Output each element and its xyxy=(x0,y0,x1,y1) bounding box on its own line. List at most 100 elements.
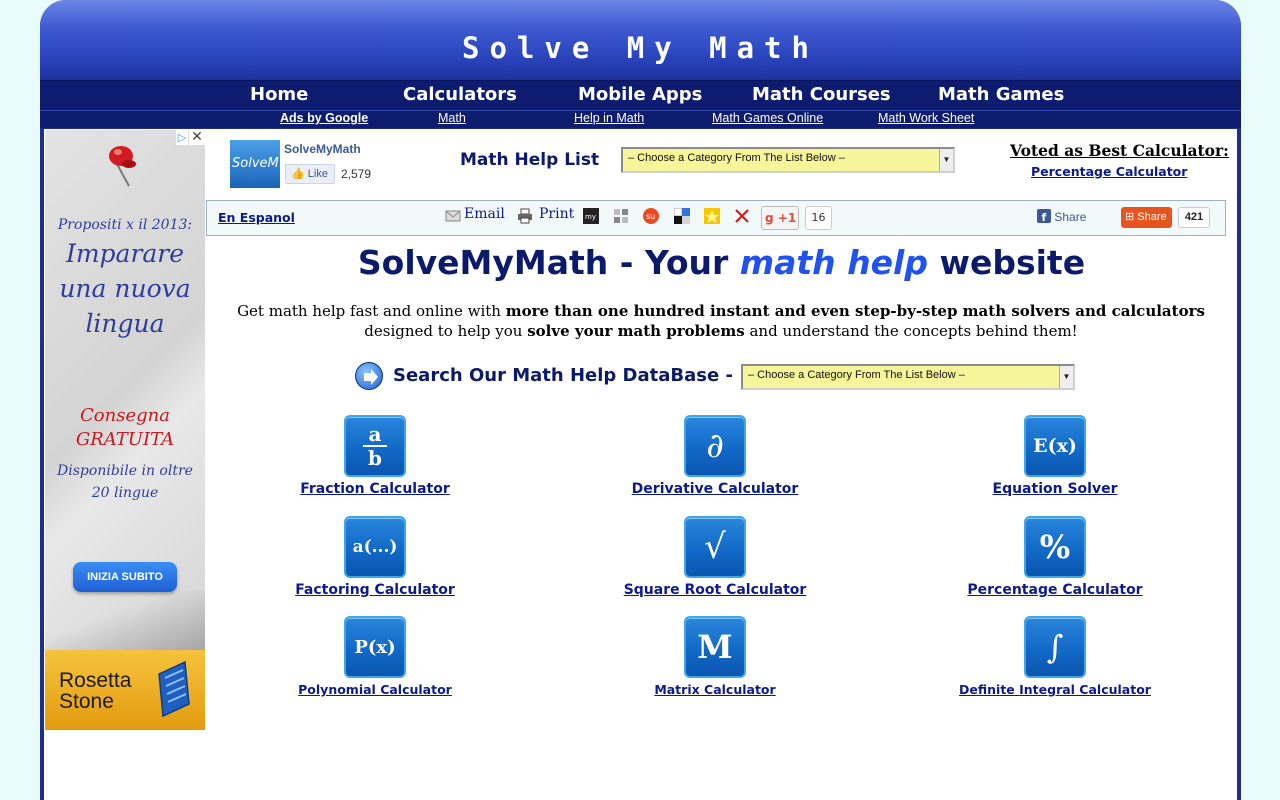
espanol-link[interactable]: En Espanol xyxy=(218,210,295,225)
email-link[interactable]: Email xyxy=(464,206,505,222)
intro-bold: solve your math problems xyxy=(527,322,745,340)
svg-text:f: f xyxy=(1042,211,1047,223)
fb-like-count: 2,579 xyxy=(341,167,372,181)
rosetta-stone-logo-icon xyxy=(158,660,190,718)
star-favorite-icon[interactable] xyxy=(704,208,720,224)
sub-link-math[interactable]: Math xyxy=(438,111,466,125)
math-help-list-label: Math Help List xyxy=(460,150,600,170)
square-root-calculator-link[interactable]: Square Root Calculator xyxy=(585,582,845,598)
fb-page-name[interactable]: SolveMyMath xyxy=(284,142,361,156)
intro-text: and understand the concepts behind them! xyxy=(744,322,1078,340)
nav-home[interactable]: Home xyxy=(250,84,308,105)
headline-part: SolveMyMath - Your xyxy=(357,243,740,282)
tool-polynomial[interactable]: P(x) Polynomial Calculator xyxy=(245,616,505,697)
ad-availability: Disponibile in oltre 20 lingue xyxy=(45,460,205,504)
search-database-label: Search Our Math Help DataBase - xyxy=(393,365,733,386)
plus-icon: ⊞ xyxy=(1125,211,1135,223)
google-plus-button[interactable]: g +1 xyxy=(761,206,799,230)
main-content: SolveM SolveMyMath 👍 Like 2,579 Math Hel… xyxy=(206,129,1237,800)
intro-bold: more than one hundred instant and even s… xyxy=(505,302,1205,320)
tool-matrix[interactable]: M Matrix Calculator xyxy=(585,616,845,697)
ad-start-button[interactable]: INIZIA SUBITO xyxy=(73,562,177,592)
fb-like-button[interactable]: 👍 Like xyxy=(285,164,335,184)
ad-brand-line: Stone xyxy=(59,690,114,713)
page-headline: SolveMyMath - Your math help website xyxy=(206,243,1237,282)
factoring-calculator-link[interactable]: Factoring Calculator xyxy=(245,582,505,598)
favorites-grid-icon[interactable] xyxy=(613,208,629,224)
left-sidebar: ▷ ✕ Propositi x il 2013: Imparare una nu… xyxy=(44,129,206,800)
myspace-icon[interactable]: my xyxy=(583,208,599,224)
nav-mobile-apps[interactable]: Mobile Apps xyxy=(578,84,702,105)
site-banner: Solve My Math xyxy=(40,0,1241,80)
tool-factoring[interactable]: a(...) Factoring Calculator xyxy=(245,516,505,598)
ad-headline-line: Imparare xyxy=(65,239,185,268)
ads-by-google-link[interactable]: Ads by Google xyxy=(280,111,368,125)
matrix-icon[interactable]: M xyxy=(684,616,746,678)
addthis-share-count: 421 xyxy=(1178,207,1210,228)
addthis-share-label: Share xyxy=(1137,211,1167,223)
nav-math-games[interactable]: Math Games xyxy=(938,84,1064,105)
definite-integral-calculator-link[interactable]: Definite Integral Calculator xyxy=(925,682,1185,697)
ad-brand-name: Rosetta Stone xyxy=(59,670,131,712)
main-nav: Home Calculators Mobile Apps Math Course… xyxy=(40,80,1241,110)
help-category-select[interactable]: – Choose a Category From The List Below … xyxy=(621,147,955,173)
stumbleupon-icon[interactable]: su xyxy=(643,208,659,224)
fraction-icon[interactable]: ab xyxy=(344,415,406,477)
facebook-icon: f xyxy=(1037,209,1051,224)
sub-link-help-in-math[interactable]: Help in Math xyxy=(574,111,644,125)
sub-link-math-games-online[interactable]: Math Games Online xyxy=(712,111,823,125)
tool-integral[interactable]: ∫ Definite Integral Calculator xyxy=(925,616,1185,697)
ad-brand-line: Rosetta xyxy=(59,669,132,692)
factoring-icon[interactable]: a(...) xyxy=(344,516,406,578)
polynomial-icon[interactable]: P(x) xyxy=(344,616,406,678)
sub-link-math-work-sheet[interactable]: Math Work Sheet xyxy=(878,111,974,125)
tool-equation[interactable]: E(x) Equation Solver xyxy=(925,415,1185,497)
close-x-icon[interactable] xyxy=(734,208,750,224)
percentage-calculator-link[interactable]: Percentage Calculator xyxy=(925,582,1185,598)
equation-solver-link[interactable]: Equation Solver xyxy=(925,481,1185,497)
ad-availability-line: Disponibile in oltre xyxy=(57,463,193,479)
facebook-share-button[interactable]: f Share xyxy=(1037,209,1086,224)
addthis-share-button[interactable]: ⊞ Share xyxy=(1121,207,1172,228)
award-percentage-link[interactable]: Percentage Calculator xyxy=(1031,164,1187,179)
tool-derivative[interactable]: ∂ Derivative Calculator xyxy=(585,415,845,497)
derivative-calculator-link[interactable]: Derivative Calculator xyxy=(585,481,845,497)
tool-square-root[interactable]: √ Square Root Calculator xyxy=(585,516,845,598)
ad-headline: Propositi x il 2013: Imparare una nuova … xyxy=(45,214,205,341)
email-icon[interactable] xyxy=(445,208,461,224)
facebook-share-label: Share xyxy=(1054,210,1087,224)
svg-text:my: my xyxy=(585,213,596,221)
push-pin-icon xyxy=(109,146,136,187)
site-title[interactable]: Solve My Math xyxy=(40,30,1241,66)
print-link[interactable]: Print xyxy=(539,206,574,222)
percentage-icon[interactable]: % xyxy=(1024,516,1086,578)
equation-icon[interactable]: E(x) xyxy=(1024,415,1086,477)
gplus-label: +1 xyxy=(777,211,797,225)
headline-emphasis: math help xyxy=(739,243,928,282)
nav-math-courses[interactable]: Math Courses xyxy=(752,84,891,105)
derivative-icon[interactable]: ∂ xyxy=(684,415,746,477)
matrix-calculator-link[interactable]: Matrix Calculator xyxy=(585,682,845,697)
printer-icon[interactable] xyxy=(517,208,533,224)
tool-fraction[interactable]: ab Fraction Calculator xyxy=(245,415,505,497)
fb-like-label: Like xyxy=(307,168,328,180)
search-category-select-value: – Choose a Category From The List Below … xyxy=(748,369,965,381)
svg-text:su: su xyxy=(646,212,655,221)
nav-calculators[interactable]: Calculators xyxy=(403,84,517,105)
ad-brand-footer[interactable]: Rosetta Stone xyxy=(45,650,205,730)
thumbs-up-icon: 👍 xyxy=(291,168,305,180)
delicious-icon[interactable] xyxy=(674,208,690,224)
integral-icon[interactable]: ∫ xyxy=(1024,616,1086,678)
fraction-calculator-link[interactable]: Fraction Calculator xyxy=(245,481,505,497)
ad-page-curl xyxy=(45,590,205,650)
fb-page-logo[interactable]: SolveM xyxy=(230,140,280,188)
search-category-select[interactable]: – Choose a Category From The List Below … xyxy=(741,364,1075,390)
ad-choices-icon[interactable]: ▷ xyxy=(176,130,188,145)
tool-percentage[interactable]: % Percentage Calculator xyxy=(925,516,1185,598)
rosetta-stone-ad[interactable]: ▷ ✕ Propositi x il 2013: Imparare una nu… xyxy=(45,130,205,730)
polynomial-calculator-link[interactable]: Polynomial Calculator xyxy=(245,682,505,697)
dropdown-arrow-icon: ▼ xyxy=(1059,366,1073,388)
ad-close-icon[interactable]: ✕ xyxy=(189,130,205,145)
square-root-icon[interactable]: √ xyxy=(684,516,746,578)
top-bar: SolveM SolveMyMath 👍 Like 2,579 Math Hel… xyxy=(206,129,1237,199)
